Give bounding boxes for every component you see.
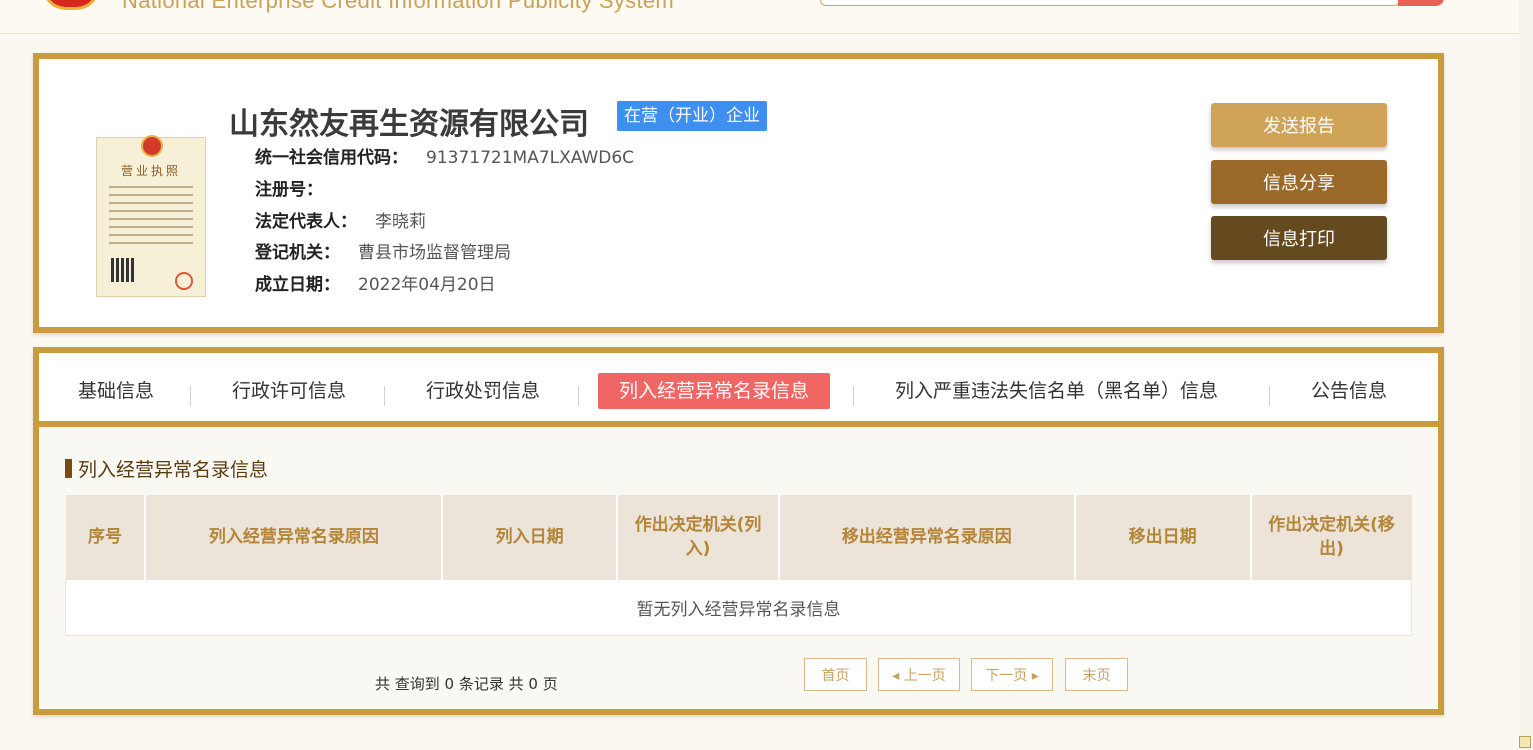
legal-rep-value: 李晓莉 <box>375 212 426 232</box>
tab-notices[interactable]: 公告信息 <box>1311 373 1387 409</box>
col-list-reason: 列入经营异常名录原因 <box>145 495 444 579</box>
company-card: 营业执照 山东然友再生资源有限公司 在营（开业）企业 统一社会信用代码： 9137… <box>33 53 1444 333</box>
emblem-seal-icon <box>141 135 163 157</box>
col-list-date: 列入日期 <box>442 495 619 579</box>
search-input[interactable] <box>820 0 1400 6</box>
tab-separator <box>1269 386 1270 406</box>
section-marker-icon <box>65 459 72 478</box>
abnormal-records-table: 序号 列入经营异常名录原因 列入日期 作出决定机关(列入) 移出经营异常名录原因… <box>65 495 1412 636</box>
col-remove-date: 移出日期 <box>1074 495 1252 579</box>
national-emblem-icon <box>42 0 100 10</box>
share-info-button[interactable]: 信息分享 <box>1211 160 1387 204</box>
status-badge: 在营（开业）企业 <box>617 101 767 131</box>
reg-number-label: 注册号： <box>255 180 323 200</box>
credit-code-value: 91371721MA7LXAWD6C <box>426 148 635 168</box>
legal-rep-row: 法定代表人： 李晓莉 <box>255 207 426 232</box>
authority-row: 登记机关： 曹县市场监督管理局 <box>255 238 511 263</box>
top-header: National Enterprise Credit Information P… <box>0 0 1533 34</box>
founded-date-label: 成立日期： <box>255 275 340 295</box>
tab-separator <box>853 386 854 406</box>
red-stamp-icon <box>175 272 193 290</box>
send-report-button[interactable]: 发送报告 <box>1211 103 1387 147</box>
tab-blacklist[interactable]: 列入严重违法失信名单（黑名单）信息 <box>895 373 1218 409</box>
print-info-button[interactable]: 信息打印 <box>1211 216 1387 260</box>
next-page-label: 下一页 <box>985 667 1028 684</box>
prev-page-label: 上一页 <box>903 667 946 684</box>
authority-label: 登记机关： <box>255 243 340 263</box>
credit-code-label: 统一社会信用代码： <box>255 148 408 168</box>
license-text-lines <box>109 186 193 250</box>
corner-widget-icon[interactable] <box>1519 736 1531 748</box>
tab-bar: 基础信息 行政许可信息 行政处罚信息 列入经营异常名录信息 列入严重违法失信名单… <box>39 353 1438 427</box>
tab-panel: 基础信息 行政许可信息 行政处罚信息 列入经营异常名录信息 列入严重违法失信名单… <box>33 347 1444 715</box>
col-seq: 序号 <box>65 495 147 579</box>
company-name: 山东然友再生资源有限公司 <box>229 108 589 141</box>
first-page-button[interactable]: 首页 <box>804 658 867 691</box>
authority-value: 曹县市场监督管理局 <box>358 243 511 263</box>
last-page-button[interactable]: 末页 <box>1065 658 1128 691</box>
col-remove-reason: 移出经营异常名录原因 <box>778 495 1076 579</box>
legal-rep-label: 法定代表人： <box>255 212 357 232</box>
table-header-row: 序号 列入经营异常名录原因 列入日期 作出决定机关(列入) 移出经营异常名录原因… <box>65 495 1412 579</box>
search-button[interactable] <box>1398 0 1444 6</box>
tab-separator <box>190 386 191 406</box>
empty-message: 暂无列入经营异常名录信息 <box>65 578 1412 636</box>
col-list-authority: 作出决定机关(列入) <box>617 495 780 579</box>
business-license-image[interactable]: 营业执照 <box>96 135 206 297</box>
table-row: 暂无列入经营异常名录信息 <box>65 578 1412 636</box>
tab-admin-permit[interactable]: 行政许可信息 <box>232 373 346 409</box>
license-title: 营业执照 <box>120 164 181 178</box>
caret-left-icon: ◂ <box>892 667 904 684</box>
tab-abnormal-list[interactable]: 列入经营异常名录信息 <box>598 373 831 409</box>
section-title-text: 列入经营异常名录信息 <box>78 459 269 481</box>
founded-date-row: 成立日期： 2022年04月20日 <box>255 270 496 295</box>
col-remove-authority: 作出决定机关(移出) <box>1250 495 1412 579</box>
pagination-summary: 共 查询到 0 条记录 共 0 页 <box>375 675 558 693</box>
credit-code-row: 统一社会信用代码： 91371721MA7LXAWD6C <box>255 143 634 168</box>
page-scrollbar[interactable] <box>1519 0 1533 750</box>
next-page-button[interactable]: 下一页 ▸ <box>971 658 1053 691</box>
prev-page-button[interactable]: ◂ 上一页 <box>878 658 960 691</box>
tab-basic-info[interactable]: 基础信息 <box>78 373 154 409</box>
caret-right-icon: ▸ <box>1027 667 1039 684</box>
tab-separator <box>384 386 385 406</box>
system-name: National Enterprise Credit Information P… <box>122 0 675 13</box>
section-title: 列入经营异常名录信息 <box>65 455 268 482</box>
qr-code-icon <box>111 258 135 282</box>
founded-date-value: 2022年04月20日 <box>358 275 496 295</box>
tab-admin-penalty[interactable]: 行政处罚信息 <box>426 373 540 409</box>
tab-separator <box>578 386 579 406</box>
reg-number-row: 注册号： <box>255 175 341 200</box>
